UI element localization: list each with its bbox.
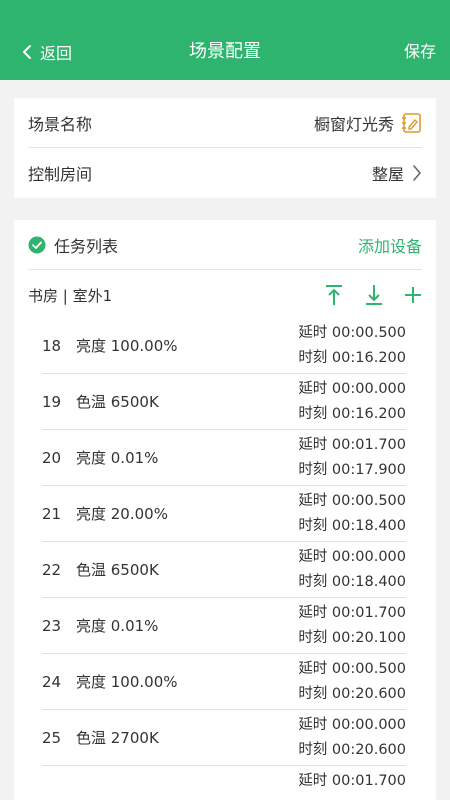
- control-room-value-group: 整屋: [372, 161, 422, 185]
- scene-name-value-group: 橱窗灯光秀: [314, 111, 422, 135]
- task-number: 22: [42, 560, 62, 579]
- task-time: 时刻 00:20.600: [298, 686, 406, 702]
- control-room-row[interactable]: 控制房间 整屋: [28, 148, 422, 198]
- add-task-button[interactable]: [404, 286, 422, 304]
- plus-icon: [405, 287, 421, 303]
- task-row[interactable]: 25 色温 2700K 延时 00:00.000 时刻 00:20.600: [42, 710, 406, 766]
- edit-icon[interactable]: [402, 112, 422, 134]
- task-delay: 延时 00:00.000: [298, 549, 406, 565]
- task-description: 色温 2700K: [76, 729, 159, 747]
- task-delay: 延时 00:01.700: [298, 437, 406, 453]
- task-list: 18 亮度 100.00% 延时 00:00.500 时刻 00:16.200 …: [42, 318, 406, 792]
- task-delay: 延时 00:01.700: [298, 773, 406, 789]
- room-group-label: 书房 | 室外1: [28, 286, 113, 305]
- task-list-title: 任务列表: [54, 236, 119, 256]
- chevron-right-icon: [413, 165, 421, 181]
- task-description: 亮度 100.00%: [76, 673, 178, 691]
- control-room-label: 控制房间: [28, 165, 93, 184]
- task-row[interactable]: 20 亮度 0.01% 延时 00:01.700 时刻 00:17.900: [42, 430, 406, 486]
- task-list-title-group: 任务列表: [28, 233, 118, 257]
- task-row[interactable]: 延时 00:01.700: [42, 766, 406, 792]
- app-header: 返回 场景配置 保存: [0, 0, 450, 80]
- task-delay: 延时 00:01.700: [298, 605, 406, 621]
- check-circle-icon: [28, 236, 46, 253]
- task-description: 亮度 0.01%: [76, 617, 159, 635]
- move-to-top-icon: [326, 285, 342, 305]
- task-list-card: 任务列表 添加设备 书房 | 室外1 18 亮度 100.00% 延时 00:0…: [14, 220, 436, 800]
- task-number: 24: [42, 672, 62, 691]
- task-times: 延时 00:01.700 时刻 00:20.100: [298, 601, 406, 651]
- move-top-button[interactable]: [324, 284, 344, 306]
- task-times: 延时 00:01.700: [298, 769, 406, 792]
- task-row[interactable]: 22 色温 6500K 延时 00:00.000 时刻 00:18.400: [42, 542, 406, 598]
- task-times: 延时 00:00.500 时刻 00:20.600: [298, 657, 406, 707]
- task-row[interactable]: 23 亮度 0.01% 延时 00:01.700 时刻 00:20.100: [42, 598, 406, 654]
- task-row[interactable]: 19 色温 6500K 延时 00:00.000 时刻 00:16.200: [42, 374, 406, 430]
- task-delay: 延时 00:00.000: [298, 381, 406, 397]
- task-number: 21: [42, 504, 62, 523]
- task-number: 20: [42, 448, 62, 467]
- task-time: 时刻 00:20.600: [298, 742, 406, 758]
- move-bottom-button[interactable]: [364, 284, 384, 306]
- task-times: 延时 00:00.500 时刻 00:16.200: [298, 321, 406, 371]
- task-times: 延时 00:01.700 时刻 00:17.900: [298, 433, 406, 483]
- task-description: 色温 6500K: [76, 561, 159, 579]
- task-time: 时刻 00:18.400: [298, 574, 406, 590]
- task-delay: 延时 00:00.500: [298, 661, 406, 677]
- scene-name-label: 场景名称: [28, 114, 93, 134]
- task-description: 色温 6500K: [76, 393, 159, 411]
- task-time: 时刻 00:17.900: [298, 462, 406, 478]
- task-list-header: 任务列表 添加设备: [28, 220, 422, 270]
- task-delay: 延时 00:00.500: [298, 493, 406, 509]
- move-to-bottom-icon: [366, 285, 382, 305]
- task-description: 亮度 20.00%: [76, 505, 168, 523]
- task-number: 23: [42, 616, 62, 635]
- task-times: 延时 00:00.000 时刻 00:20.600: [298, 713, 406, 763]
- scene-name-value: 橱窗灯光秀: [313, 114, 394, 134]
- scene-name-row[interactable]: 场景名称 橱窗灯光秀: [28, 98, 422, 148]
- scene-info-card: 场景名称 橱窗灯光秀 控制房间 整屋: [14, 98, 436, 198]
- task-delay: 延时 00:00.500: [298, 325, 406, 341]
- save-button[interactable]: 保存: [404, 40, 436, 64]
- control-room-value: 整屋: [371, 165, 404, 184]
- room-group-row: 书房 | 室外1: [28, 280, 422, 310]
- add-device-button[interactable]: 添加设备: [358, 233, 422, 257]
- task-row[interactable]: 21 亮度 20.00% 延时 00:00.500 时刻 00:18.400: [42, 486, 406, 542]
- task-row[interactable]: 24 亮度 100.00% 延时 00:00.500 时刻 00:20.600: [42, 654, 406, 710]
- task-time: 时刻 00:16.200: [298, 350, 406, 366]
- task-times: 延时 00:00.000 时刻 00:16.200: [298, 377, 406, 427]
- task-description: 亮度 100.00%: [76, 337, 178, 355]
- task-number: 19: [42, 392, 62, 411]
- task-number: 25: [42, 728, 62, 747]
- task-delay: 延时 00:00.000: [298, 717, 406, 733]
- task-time: 时刻 00:20.100: [298, 630, 406, 646]
- task-times: 延时 00:00.000 时刻 00:18.400: [298, 545, 406, 595]
- task-number: 18: [42, 336, 62, 355]
- page-title: 场景配置: [189, 41, 261, 62]
- task-time: 时刻 00:16.200: [298, 406, 406, 422]
- task-row[interactable]: 18 亮度 100.00% 延时 00:00.500 时刻 00:16.200: [42, 318, 406, 374]
- task-times: 延时 00:00.500 时刻 00:18.400: [298, 489, 406, 539]
- room-group-tools: [304, 284, 422, 306]
- task-time: 时刻 00:18.400: [298, 518, 406, 534]
- task-description: 亮度 0.01%: [76, 449, 159, 467]
